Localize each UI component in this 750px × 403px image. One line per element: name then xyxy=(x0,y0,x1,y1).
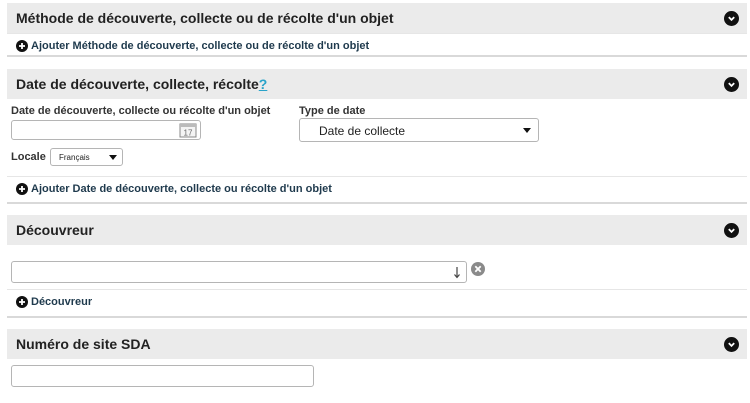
plus-icon xyxy=(16,183,28,195)
method-panel-title: Méthode de découverte, collecte ou de ré… xyxy=(16,10,394,26)
add-discoverer-label: Découvreur xyxy=(31,296,93,308)
locale-select[interactable]: Français xyxy=(50,148,123,166)
date-panel: Date de découverte, collecte, récolte? D… xyxy=(7,69,747,204)
plus-icon xyxy=(16,40,28,52)
calendar-icon[interactable]: 17 xyxy=(179,122,197,143)
add-method-link[interactable]: Ajouter Méthode de découverte, collecte … xyxy=(16,40,369,52)
method-panel: Méthode de découverte, collecte ou de ré… xyxy=(7,3,747,57)
add-date-link[interactable]: Ajouter Date de découverte, collecte ou … xyxy=(16,183,332,195)
discoverer-panel-header[interactable]: Découvreur xyxy=(7,215,747,245)
add-method-label: Ajouter Méthode de découverte, collecte … xyxy=(31,40,370,52)
date-input[interactable]: 17 xyxy=(11,120,201,140)
add-date-label: Ajouter Date de découverte, collecte ou … xyxy=(31,183,332,195)
discoverer-panel-title: Découvreur xyxy=(16,222,94,238)
sda-panel: Numéro de site SDA xyxy=(7,329,747,401)
discoverer-input[interactable] xyxy=(11,261,467,283)
chevron-down-icon xyxy=(109,155,117,160)
method-add-row: Ajouter Méthode de découverte, collecte … xyxy=(7,33,747,59)
date-type-label: Type de date xyxy=(299,105,366,117)
locale-value: Français xyxy=(59,153,90,162)
chevron-down-icon xyxy=(523,128,531,133)
locale-label: Locale xyxy=(11,151,46,163)
date-field-label: Date de découverte, collecte ou récolte … xyxy=(11,105,271,117)
date-add-row: Ajouter Date de découverte, collecte ou … xyxy=(7,176,747,202)
close-icon[interactable] xyxy=(471,262,485,281)
method-panel-header[interactable]: Méthode de découverte, collecte ou de ré… xyxy=(7,3,747,33)
chevron-down-icon[interactable] xyxy=(724,11,739,26)
date-type-value: Date de collecte xyxy=(319,124,406,138)
sda-input[interactable] xyxy=(11,365,314,387)
chevron-down-icon[interactable] xyxy=(724,337,739,352)
help-link[interactable]: ? xyxy=(259,76,268,92)
add-discoverer-link[interactable]: Découvreur xyxy=(16,296,92,308)
discoverer-add-row: Découvreur xyxy=(7,289,747,315)
date-type-select[interactable]: Date de collecte xyxy=(299,118,539,142)
sda-panel-title: Numéro de site SDA xyxy=(16,336,151,352)
date-panel-title: Date de découverte, collecte, récolte? xyxy=(16,76,267,92)
date-panel-header[interactable]: Date de découverte, collecte, récolte? xyxy=(7,69,747,99)
down-arrow-icon[interactable] xyxy=(453,266,461,284)
svg-text:17: 17 xyxy=(184,129,193,138)
plus-icon xyxy=(16,296,28,308)
chevron-down-icon[interactable] xyxy=(724,77,739,92)
sda-panel-header[interactable]: Numéro de site SDA xyxy=(7,329,747,359)
chevron-down-icon[interactable] xyxy=(724,223,739,238)
discoverer-panel: Découvreur Découvreur xyxy=(7,215,747,318)
date-panel-title-text: Date de découverte, collecte, récolte xyxy=(16,76,259,92)
